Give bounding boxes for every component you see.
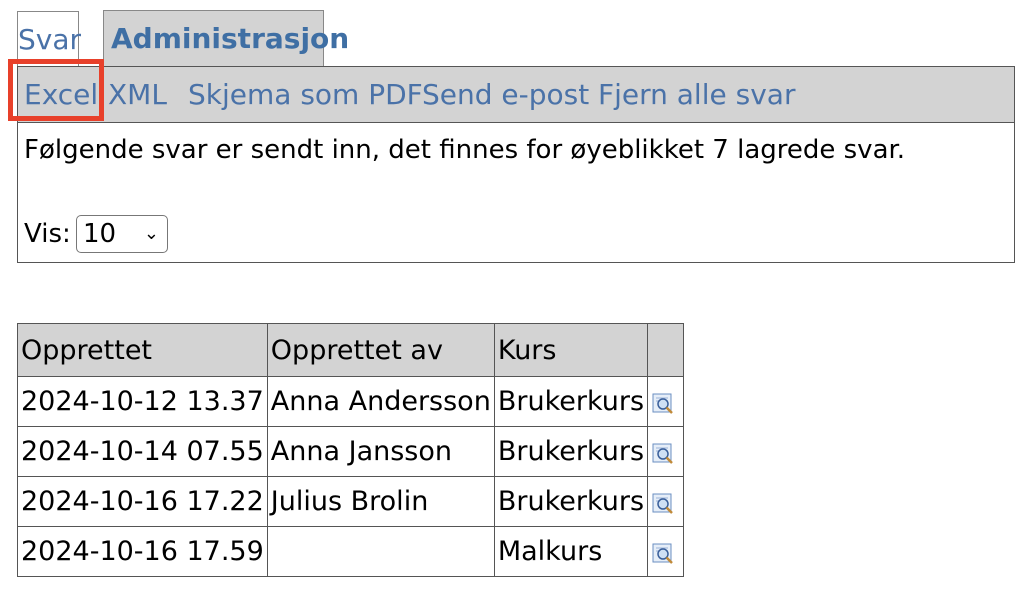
cell-created-by: Anna Jansson (266, 426, 495, 477)
column-header-created-by[interactable]: Opprettet av (266, 323, 495, 377)
cell-created: 2024-10-14 07.55 (17, 426, 268, 477)
tab-svar[interactable]: Svar (17, 11, 81, 67)
view-response-icon[interactable] (651, 541, 675, 565)
cell-created-by: Anna Andersson (266, 376, 495, 427)
chevron-down-icon: ⌄ (143, 223, 159, 244)
vis-select-value: 10 (83, 219, 117, 249)
cell-course: Brukerkurs (493, 476, 649, 527)
cell-created-by (266, 526, 495, 577)
results-table: Opprettet Opprettet av Kurs 2024-10-12 1… (17, 323, 685, 577)
cell-actions (647, 376, 685, 427)
vis-select[interactable]: 10 ⌄ (76, 215, 168, 253)
excel-link[interactable]: Excel (24, 67, 98, 123)
cell-created: 2024-10-16 17.59 (17, 526, 268, 577)
pdf-link[interactable]: Skjema som PDF (188, 67, 423, 123)
admin-toolbar: Excel XML Skjema som PDF Send e-post Fje… (18, 67, 1014, 123)
table-row: 2024-10-16 17.22 Julius Brolin Brukerkur… (17, 476, 685, 527)
cell-actions (647, 426, 685, 477)
table-row: 2024-10-16 17.59 Malkurs (17, 526, 685, 577)
remove-all-link[interactable]: Fjern alle svar (598, 67, 795, 123)
cell-created: 2024-10-16 17.22 (17, 476, 268, 527)
vis-label: Vis: (24, 219, 71, 249)
send-email-link[interactable]: Send e-post (422, 67, 589, 123)
table-header-row: Opprettet Opprettet av Kurs (17, 323, 685, 377)
table-row: 2024-10-14 07.55 Anna Jansson Brukerkurs (17, 426, 685, 477)
tab-administrasjon[interactable]: Administrasjon (103, 10, 349, 66)
info-text: Følgende svar er sendt inn, det finnes f… (24, 135, 906, 165)
view-response-icon[interactable] (651, 491, 675, 515)
xml-link[interactable]: XML (108, 67, 167, 123)
cell-created: 2024-10-12 13.37 (17, 376, 268, 427)
table-row: 2024-10-12 13.37 Anna Andersson Brukerku… (17, 376, 685, 427)
column-header-course[interactable]: Kurs (493, 323, 649, 377)
view-response-icon[interactable] (651, 391, 675, 415)
column-header-actions (647, 323, 685, 377)
admin-panel: Excel XML Skjema som PDF Send e-post Fje… (8, 59, 1015, 263)
cell-actions (647, 526, 685, 577)
view-response-icon[interactable] (651, 441, 675, 465)
cell-actions (647, 476, 685, 527)
column-header-created[interactable]: Opprettet (17, 323, 268, 377)
cell-course: Brukerkurs (493, 376, 649, 427)
cell-course: Malkurs (493, 526, 649, 577)
cell-created-by: Julius Brolin (266, 476, 495, 527)
cell-course: Brukerkurs (493, 426, 649, 477)
